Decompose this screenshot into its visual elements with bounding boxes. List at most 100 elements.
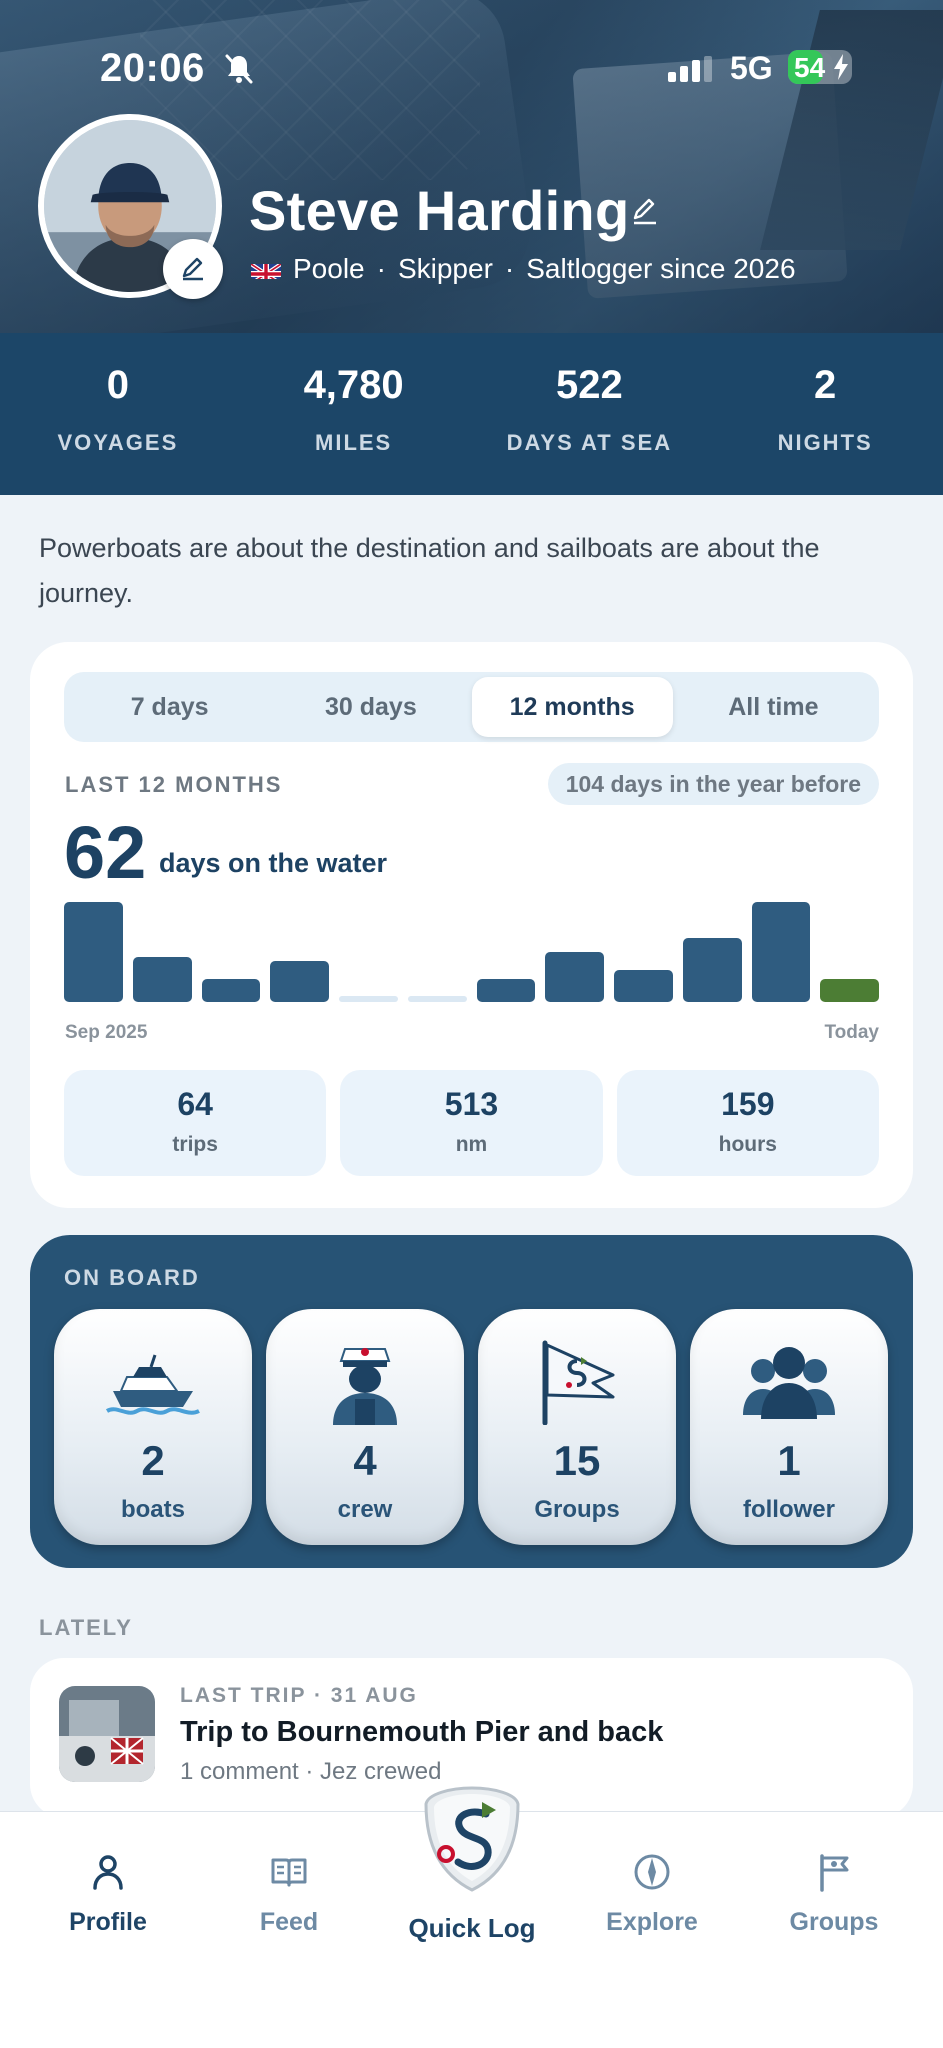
- edit-avatar-button[interactable]: [163, 239, 223, 299]
- chart-bar: [339, 996, 398, 1002]
- tab-label: Feed: [259, 1908, 319, 1936]
- edit-name-icon[interactable]: [630, 196, 660, 226]
- bell-muted-icon: [225, 54, 253, 84]
- stat-value: 2: [814, 363, 837, 407]
- previous-period-badge: 104 days in the year before: [547, 763, 879, 805]
- monthly-days-chart: [64, 902, 879, 1002]
- stats-bar: 0 VOYAGES 4,780 MILES 522 DAYS AT SEA 2 …: [0, 333, 943, 495]
- chart-bar: [201, 979, 261, 1002]
- charging-icon: [834, 54, 848, 80]
- tile-label: follower: [742, 1496, 835, 1523]
- trip-subtitle: 1 comment · Jez crewed: [180, 1758, 442, 1785]
- on-board-section: ON BOARD 2 boats 4 crew 15 Groups 1 foll…: [30, 1235, 913, 1568]
- summary-trips: 64 trips: [64, 1070, 327, 1176]
- tile-value: 15: [553, 1437, 601, 1484]
- battery-level: 54: [794, 52, 826, 83]
- chart-bar: [820, 979, 879, 1002]
- status-time: 20:06: [100, 46, 205, 90]
- stat-label: MILES: [315, 430, 393, 455]
- profile-name: Steve Harding: [249, 179, 630, 242]
- profile-since: Saltlogger since 2026: [526, 253, 796, 284]
- lately-title: LATELY: [39, 1615, 133, 1640]
- profile-quote: Powerboats are about the destination and…: [39, 533, 820, 608]
- period-label: LAST 12 MONTHS: [65, 772, 283, 797]
- summary-value: 64: [177, 1086, 213, 1122]
- trip-thumbnail: [59, 1686, 155, 1782]
- tab-profile[interactable]: Profile: [33, 1852, 183, 1937]
- pencil-icon: [182, 257, 203, 281]
- chart-bar: [407, 996, 467, 1002]
- network-type: 5G: [730, 50, 773, 86]
- person-icon: [93, 1855, 123, 1890]
- tab-30-days[interactable]: 30 days: [270, 677, 471, 737]
- status-bar: 20:06 5G 54: [0, 44, 943, 94]
- tab-all-time[interactable]: All time: [673, 677, 874, 737]
- compass-icon: [634, 1854, 670, 1890]
- chart-bar: [270, 961, 329, 1002]
- tab-12-months[interactable]: 12 months: [471, 677, 673, 737]
- chart-bar: [614, 970, 673, 1002]
- chart-axis-end: Today: [824, 1022, 879, 1043]
- signal-icon: [668, 56, 712, 82]
- tab-label: Groups: [789, 1908, 879, 1936]
- summary-label: nm: [455, 1133, 488, 1156]
- chart-bar: [545, 952, 604, 1002]
- flag-icon: [820, 1854, 849, 1892]
- stat-label: VOYAGES: [57, 430, 179, 455]
- stat-value: 522: [556, 363, 623, 407]
- quick-log-button[interactable]: [420, 1784, 524, 1894]
- crew-tile[interactable]: 4 crew: [266, 1309, 464, 1545]
- profile-location: Poole: [293, 253, 365, 284]
- activity-card: 7 days 30 days 12 months All time LAST 1…: [30, 642, 913, 1208]
- tile-label: Groups: [534, 1496, 620, 1523]
- tab-explore[interactable]: Explore: [577, 1852, 727, 1937]
- days-on-water-caption: days on the water: [159, 848, 388, 878]
- stat-value: 4,780: [303, 363, 404, 407]
- tile-label: crew: [337, 1496, 393, 1523]
- profile-meta: Poole · Skipper · Saltlogger since 2026: [251, 253, 796, 285]
- tab-7-days[interactable]: 7 days: [69, 677, 270, 737]
- meta-separator: ·: [376, 253, 386, 284]
- groups-tile[interactable]: 15 Groups: [478, 1309, 676, 1545]
- chart-bar: [132, 956, 192, 1002]
- tab-label: Profile: [69, 1908, 147, 1936]
- summary-distance: 513 nm: [340, 1070, 603, 1176]
- stat-label: DAYS AT SEA: [506, 430, 673, 455]
- pennant-flag-icon: [542, 1340, 615, 1425]
- stat-nights[interactable]: 2 NIGHTS: [707, 333, 943, 495]
- stat-days-at-sea[interactable]: 522 DAYS AT SEA: [472, 333, 708, 495]
- meta-separator: ·: [504, 253, 515, 284]
- boat-icon: [105, 1354, 200, 1415]
- stat-voyages[interactable]: 0 VOYAGES: [0, 333, 236, 495]
- summary-value: 513: [444, 1086, 499, 1122]
- period-summary: 64 trips 513 nm 159 hours: [64, 1070, 879, 1176]
- book-icon: [271, 1858, 307, 1887]
- period-selector: 7 days 30 days 12 months All time: [64, 672, 879, 742]
- tile-value: 4: [353, 1437, 377, 1484]
- trip-meta: LAST TRIP · 31 AUG: [180, 1684, 418, 1707]
- chart-axis-start: Sep 2025: [65, 1022, 148, 1043]
- tab-feed[interactable]: Feed: [214, 1852, 364, 1937]
- stat-miles[interactable]: 4,780 MILES: [236, 333, 472, 495]
- summary-label: trips: [172, 1133, 218, 1156]
- on-board-title: ON BOARD: [64, 1265, 200, 1290]
- people-icon: [743, 1347, 835, 1419]
- chart-bar: [751, 902, 811, 1002]
- trip-title: Trip to Bournemouth Pier and back: [180, 1716, 664, 1748]
- days-on-water-count: 62: [64, 811, 147, 894]
- tab-groups[interactable]: Groups: [759, 1852, 909, 1937]
- stat-label: NIGHTS: [777, 430, 873, 455]
- summary-label: hours: [718, 1133, 777, 1156]
- tab-label: Explore: [606, 1908, 698, 1936]
- chart-bar: [64, 902, 123, 1002]
- profile-header: 20:06 5G 54 Steve Harding Poole · Skippe…: [0, 0, 943, 333]
- tile-value: 2: [141, 1437, 165, 1484]
- battery-indicator: 54: [788, 50, 852, 84]
- followers-tile[interactable]: 1 follower: [690, 1309, 888, 1545]
- quick-log-label: Quick Log: [408, 1913, 536, 1943]
- boats-tile[interactable]: 2 boats: [54, 1309, 252, 1545]
- tile-value: 1: [777, 1437, 801, 1484]
- stat-value: 0: [106, 363, 129, 407]
- uk-flag-icon: [251, 259, 281, 279]
- chart-bar: [682, 938, 742, 1002]
